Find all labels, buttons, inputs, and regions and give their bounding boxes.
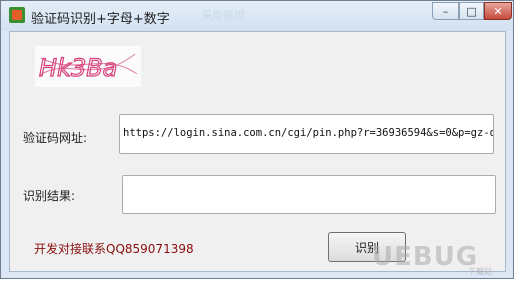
url-input[interactable]: https://login.sina.com.cn/cgi/pin.php?r=…: [119, 114, 494, 154]
captcha-svg: Hk3Ba: [38, 53, 138, 83]
window-title: 验证码识别+字母+数字: [31, 12, 170, 27]
main-window: 验证码识别+字母+数字 采用新规 – □ ✕ Hk3Ba 验证码网址: http…: [0, 0, 514, 279]
contact-text: 开发对接联系QQ859071398: [34, 242, 194, 256]
captcha-image: Hk3Ba: [35, 46, 141, 87]
watermark-logo: UEBUG: [372, 242, 479, 272]
result-input[interactable]: [122, 175, 496, 214]
close-button[interactable]: ✕: [484, 2, 512, 20]
result-label: 识别结果:: [23, 189, 76, 203]
maximize-button[interactable]: □: [459, 2, 484, 20]
captcha-text: Hk3Ba: [39, 54, 117, 82]
title-bar[interactable]: 验证码识别+字母+数字 采用新规 – □ ✕: [1, 1, 513, 31]
app-icon: [9, 7, 25, 23]
watermark-subtext: 下载站: [468, 267, 492, 276]
minimize-button[interactable]: –: [432, 2, 459, 20]
title-ghost-text: 采用新规: [201, 9, 245, 22]
url-label: 验证码网址:: [23, 131, 88, 145]
